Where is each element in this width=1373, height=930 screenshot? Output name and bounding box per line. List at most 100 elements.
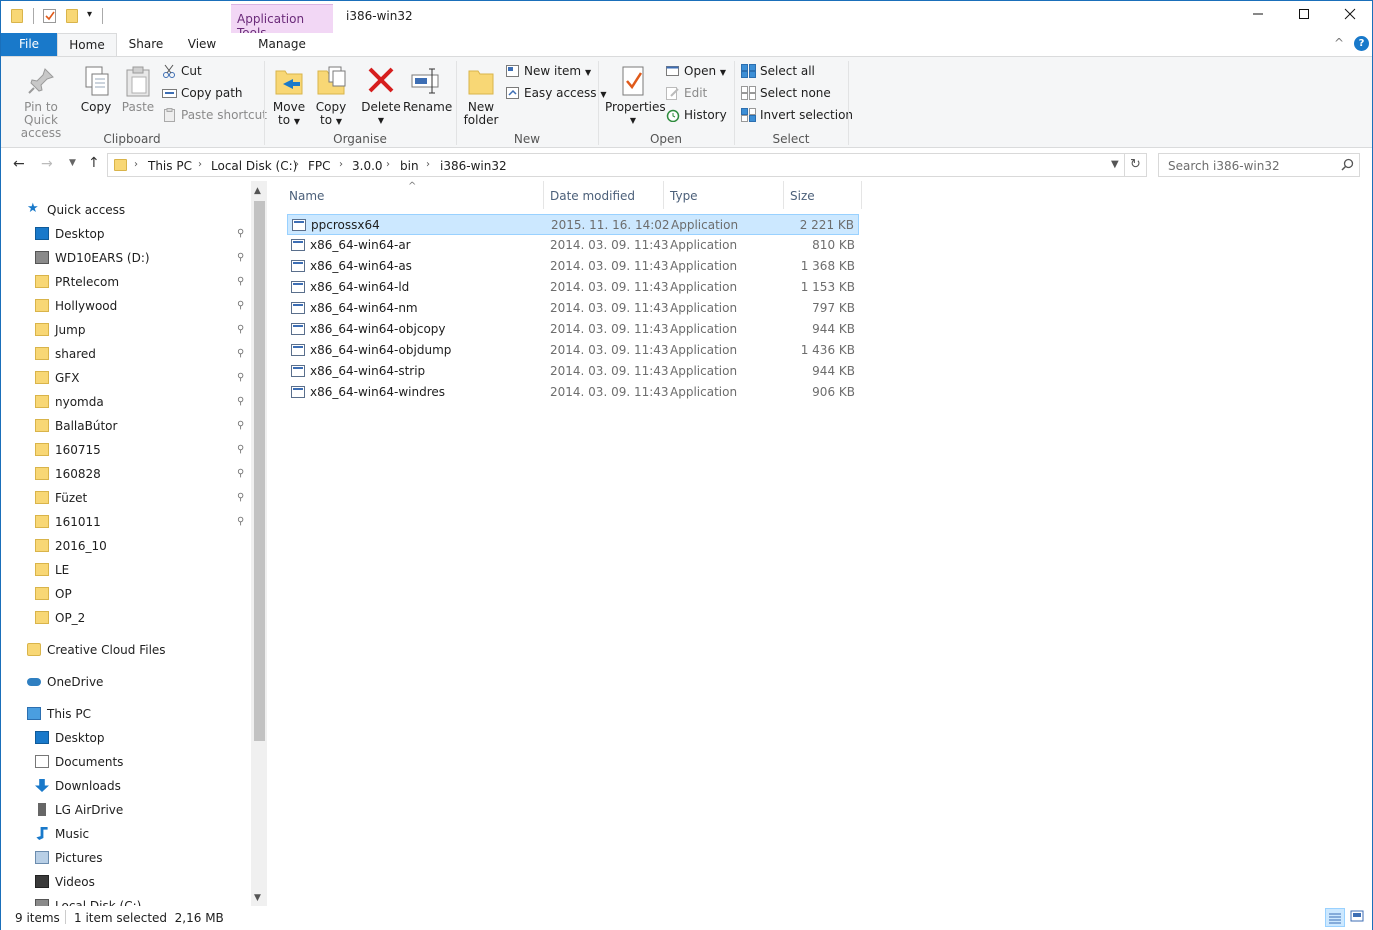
sidebar-item[interactable]: 2016_10 [35,535,257,557]
column-header-name[interactable]: Name [289,189,324,203]
large-icons-view-icon[interactable] [1348,908,1368,927]
new-folder-icon[interactable] [66,9,78,23]
breadcrumb-local-disk[interactable]: Local Disk (C:) [211,159,297,173]
sidebar-item[interactable]: Hollywood ⚲ [35,295,257,317]
pin-icon[interactable]: ⚲ [237,391,244,413]
column-header-date[interactable]: Date modified [550,189,635,203]
file-row[interactable]: x86_64-win64-as 2014. 03. 09. 11:43 Applic… [287,256,859,277]
maximize-button[interactable] [1281,1,1327,31]
minimize-ribbon-icon[interactable]: ^ [1334,36,1344,50]
sidebar-item[interactable]: Creative Cloud Files [27,639,257,661]
new-folder-button[interactable]: New folder [463,65,499,127]
customize-qat-icon[interactable]: ▾ [87,9,92,20]
details-view-icon[interactable] [1325,908,1345,927]
cut-button[interactable]: Cut [162,62,202,80]
copy-button[interactable]: Copy [77,65,115,114]
file-row[interactable]: x86_64-win64-strip 2014. 03. 09. 11:43 App… [287,361,859,382]
sidebar-item[interactable]: Füzet ⚲ [35,487,257,509]
sidebar-item[interactable]: shared ⚲ [35,343,257,365]
refresh-icon[interactable]: ↻ [1125,153,1147,177]
column-header-size[interactable]: Size [790,189,815,203]
file-row[interactable]: x86_64-win64-windres 2014. 03. 09. 11:43 A… [287,382,859,403]
pin-icon[interactable]: ⚲ [237,511,244,533]
breadcrumb-chevron-icon[interactable]: › [198,159,202,170]
rename-button[interactable]: Rename [403,65,452,114]
sidebar-item[interactable]: Music [35,823,257,845]
nav-scrollbar-thumb[interactable] [254,201,265,741]
edit-button[interactable]: Edit [665,84,707,102]
select-none-button[interactable]: Select none [741,84,831,102]
forward-arrow-icon[interactable]: → [41,156,53,172]
tab-file[interactable]: File [1,33,57,56]
tab-home[interactable]: Home [57,33,117,57]
select-all-button[interactable]: Select all [741,62,815,80]
sidebar-item[interactable]: Pictures [35,847,257,869]
paste-shortcut-button[interactable]: Paste shortcut [162,106,267,124]
breadcrumb-bin[interactable]: bin [400,159,419,173]
pin-icon[interactable]: ⚲ [237,439,244,461]
sidebar-item[interactable]: LE [35,559,257,581]
properties-button[interactable]: Properties ▼ [605,65,666,127]
open-button[interactable]: Open ▼ [665,62,726,80]
sidebar-item[interactable]: BallaBútor ⚲ [35,415,257,437]
address-dropdown-icon[interactable]: ▼ [1111,159,1119,170]
minimize-button[interactable] [1235,1,1281,31]
tab-share[interactable]: Share [123,33,169,56]
sidebar-item[interactable]: 161011 ⚲ [35,511,257,533]
back-arrow-icon[interactable]: ← [13,156,25,172]
up-arrow-icon[interactable]: ↑ [88,155,100,171]
breadcrumb-current[interactable]: i386-win32 [440,159,507,173]
column-header-type[interactable]: Type [670,189,698,203]
breadcrumb-version[interactable]: 3.0.0 [352,159,383,173]
tab-manage[interactable]: Manage [231,33,333,56]
sidebar-item[interactable]: Desktop ⚲ [35,223,257,245]
pin-icon[interactable]: ⚲ [237,463,244,485]
sidebar-item[interactable]: OP [35,583,257,605]
breadcrumb-chevron-icon[interactable]: › [426,159,430,170]
sidebar-item[interactable]: OP_2 [35,607,257,629]
sidebar-item[interactable]: Jump ⚲ [35,319,257,341]
pin-icon[interactable]: ⚲ [237,343,244,365]
pin-icon[interactable]: ⚲ [237,319,244,341]
tab-view[interactable]: View [179,33,225,56]
breadcrumb-chevron-icon[interactable]: › [295,159,299,170]
breadcrumb-chevron-icon[interactable]: › [339,159,343,170]
sidebar-item[interactable]: Local Disk (C:) [35,895,257,906]
file-row[interactable]: x86_64-win64-ld 2014. 03. 09. 11:43 Applic… [287,277,859,298]
sidebar-item[interactable]: Videos [35,871,257,893]
pin-icon[interactable]: ⚲ [237,367,244,389]
sidebar-item[interactable]: 160715 ⚲ [35,439,257,461]
search-icon[interactable] [1341,158,1354,174]
pin-icon[interactable]: ⚲ [237,487,244,509]
file-row[interactable]: x86_64-win64-nm 2014. 03. 09. 11:43 Applic… [287,298,859,319]
pin-icon[interactable]: ⚲ [237,223,244,245]
address-box[interactable]: › This PC › Local Disk (C:) › FPC › 3.0.… [107,153,1125,177]
pin-icon[interactable]: ⚲ [237,271,244,293]
column-divider[interactable] [663,181,664,209]
scroll-down-arrow-icon[interactable]: ▼ [254,893,261,903]
sidebar-item[interactable]: OneDrive [27,671,257,693]
move-to-button[interactable]: Move to ▼ [271,65,307,128]
pin-to-quick-access-button[interactable]: Pin to Quick access [7,65,75,140]
file-row[interactable]: x86_64-win64-objcopy 2014. 03. 09. 11:43 A… [287,319,859,340]
column-divider[interactable] [861,181,862,209]
sidebar-item[interactable]: Desktop [35,727,257,749]
scroll-up-arrow-icon[interactable]: ▲ [254,186,261,196]
pin-icon[interactable]: ⚲ [237,295,244,317]
help-icon[interactable]: ? [1354,36,1369,51]
column-divider[interactable] [783,181,784,209]
pin-icon[interactable]: ⚲ [237,247,244,269]
breadcrumb-chevron-icon[interactable]: › [386,159,390,170]
sidebar-item[interactable]: 160828 ⚲ [35,463,257,485]
sidebar-item[interactable]: Downloads [35,775,257,797]
search-input[interactable]: Search i386-win32 [1158,153,1360,177]
sidebar-item[interactable]: Documents [35,751,257,773]
paste-button[interactable]: Paste [119,65,157,114]
sidebar-item[interactable]: PRtelecom ⚲ [35,271,257,293]
breadcrumb-fpc[interactable]: FPC [308,159,331,173]
copy-path-button[interactable]: Copy path [162,84,243,102]
easy-access-button[interactable]: Easy access ▼ [505,84,607,102]
sidebar-item[interactable]: LG AirDrive [35,799,257,821]
sidebar-item[interactable]: GFX ⚲ [35,367,257,389]
sidebar-item[interactable]: nyomda ⚲ [35,391,257,413]
